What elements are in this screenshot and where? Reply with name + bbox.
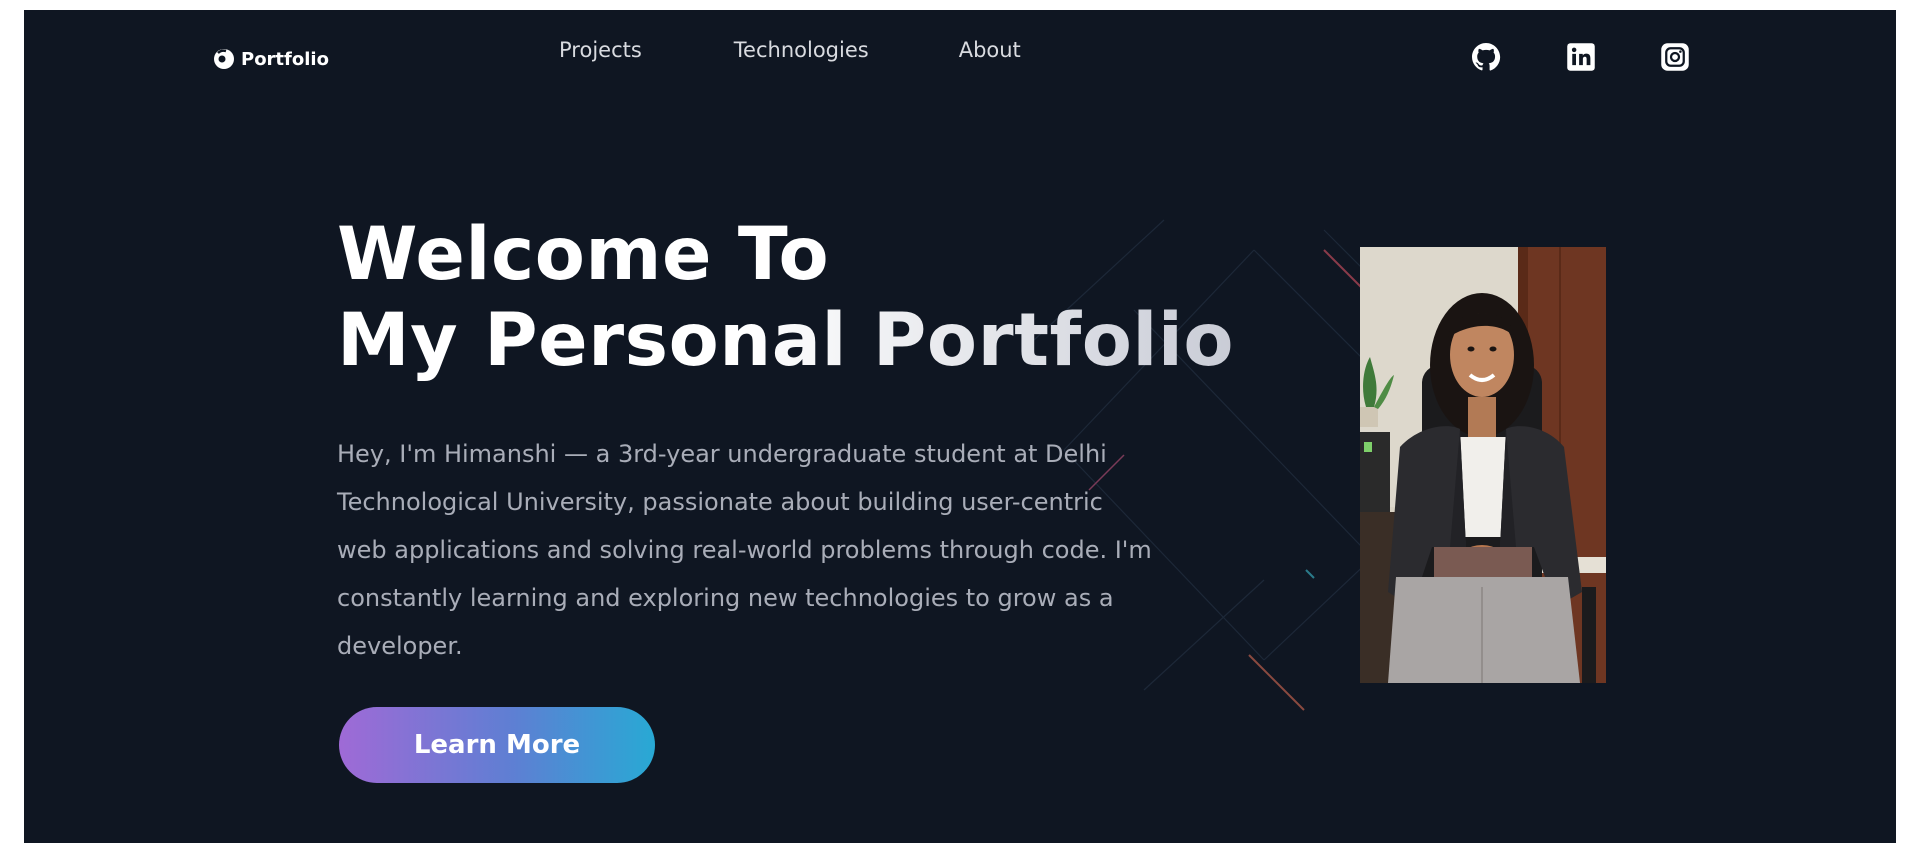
github-icon (1472, 43, 1501, 71)
logo-icon (211, 46, 237, 72)
nav-link-technologies[interactable]: Technologies (734, 38, 869, 62)
hero-title: Welcome To My Personal Portfolio (337, 212, 1234, 384)
instagram-link[interactable] (1658, 40, 1692, 74)
nav-link-about[interactable]: About (959, 38, 1021, 62)
hero-description: Hey, I'm Himanshi — a 3rd-year undergrad… (337, 440, 1152, 660)
github-link[interactable] (1469, 40, 1503, 74)
linkedin-link[interactable] (1564, 40, 1598, 74)
top-navbar: Portfolio Projects Technologies About (24, 10, 1896, 110)
nav-links: Projects Technologies About (559, 38, 1021, 62)
profile-photo (1360, 247, 1606, 683)
learn-more-button[interactable]: Learn More (339, 707, 655, 783)
logo[interactable]: Portfolio (211, 46, 329, 72)
linkedin-icon (1567, 43, 1595, 71)
logo-text: Portfolio (241, 48, 329, 70)
instagram-icon (1661, 43, 1689, 71)
nav-link-projects[interactable]: Projects (559, 38, 642, 62)
page-frame: Portfolio Projects Technologies About We… (24, 10, 1896, 843)
hero-title-line-2: My Personal Portfolio (337, 298, 1235, 383)
hero-title-line-1: Welcome To (337, 212, 830, 297)
